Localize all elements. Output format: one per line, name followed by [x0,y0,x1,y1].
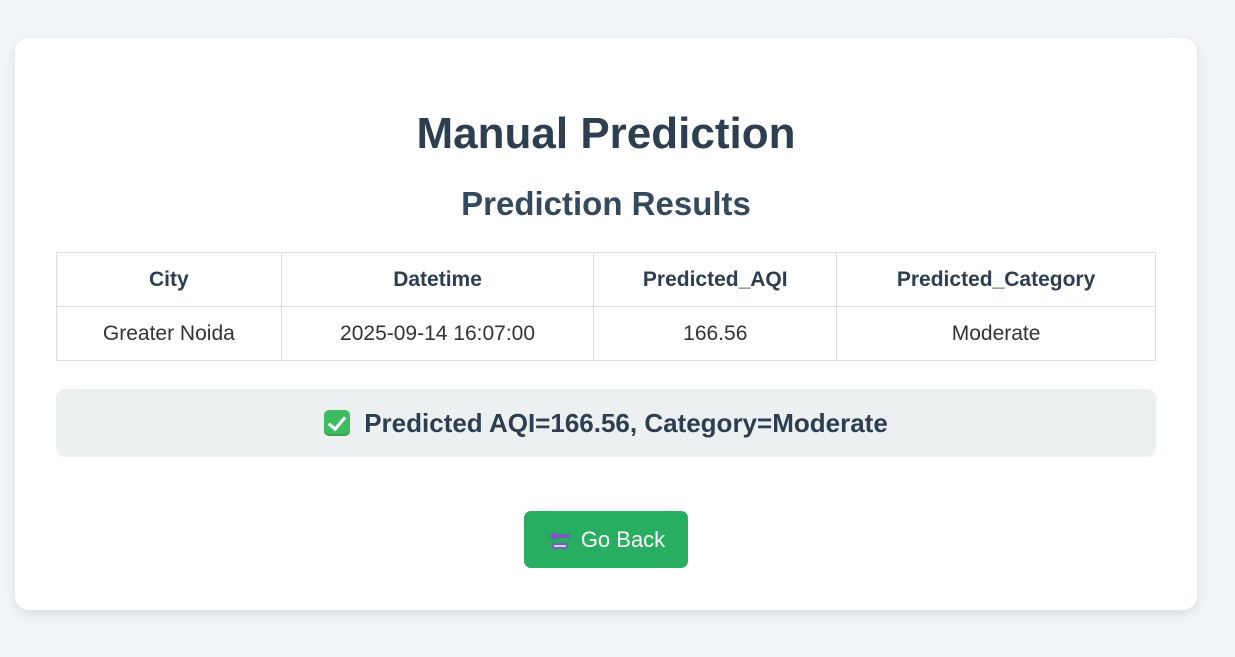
result-banner-text: Predicted AQI=166.56, Category=Moderate [364,407,888,438]
result-banner: Predicted AQI=166.56, Category=Moderate [56,389,1156,457]
check-mark-icon [324,410,351,436]
cell-predicted-aqi: 166.56 [593,306,838,361]
column-header-datetime: Datetime [280,252,595,307]
cell-datetime: 2025-09-14 16:07:00 [280,306,595,361]
table-row: Greater Noida 2025-09-14 16:07:00 166.56… [56,306,1156,361]
go-back-label: Go Back [580,526,666,552]
column-header-city: City [56,252,282,307]
cell-city: Greater Noida [56,306,282,361]
section-title: Prediction Results [461,185,751,222]
column-header-predicted-aqi: Predicted_AQI [593,252,838,307]
results-table: City Datetime Predicted_AQI Predicted_Ca… [56,252,1156,361]
go-back-button[interactable]: Go Back [524,511,688,568]
prediction-card: Manual Prediction Prediction Results Cit… [15,38,1197,610]
page-title: Manual Prediction [416,109,796,158]
table-header-row: City Datetime Predicted_AQI Predicted_Ca… [56,252,1156,307]
back-arrow-icon [547,528,573,552]
cell-predicted-category: Moderate [836,306,1156,361]
column-header-predicted-category: Predicted_Category [836,252,1156,307]
